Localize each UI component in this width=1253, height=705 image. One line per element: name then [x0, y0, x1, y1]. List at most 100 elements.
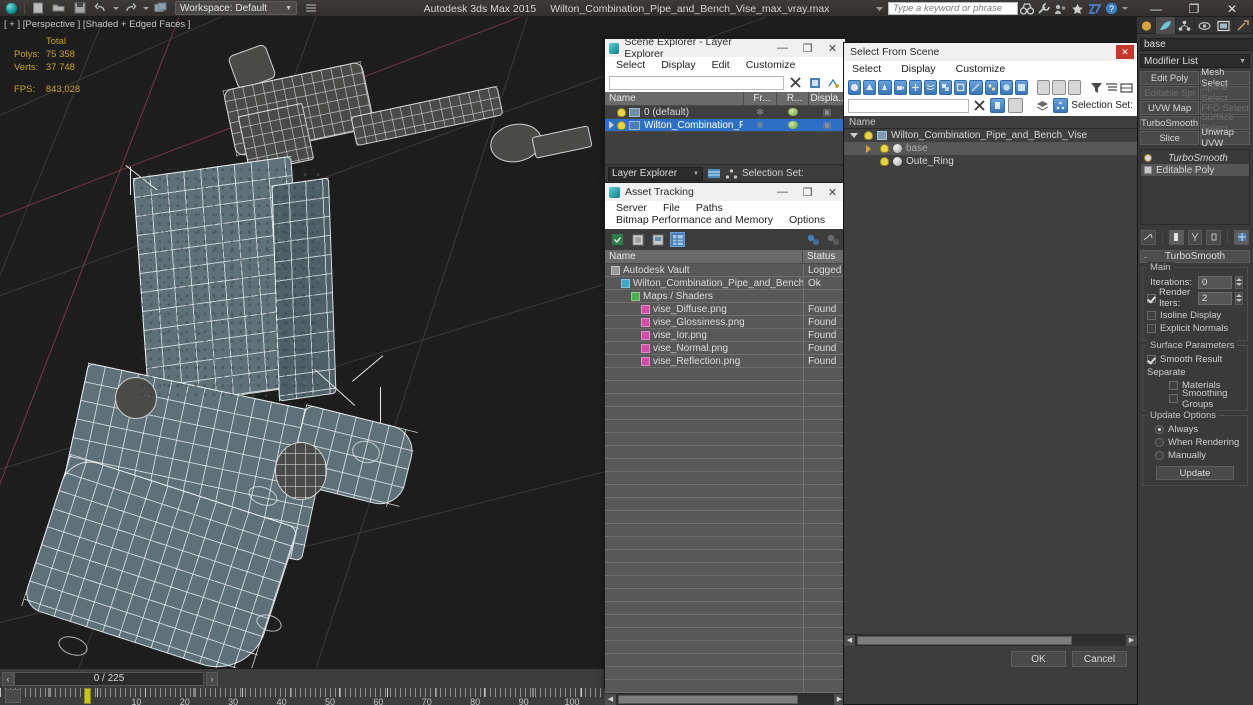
- sfs-hscroll-track[interactable]: [855, 634, 1126, 646]
- light-bulb-icon[interactable]: [880, 144, 889, 153]
- search-dropdown-icon[interactable]: [871, 1, 888, 16]
- display-dependents-icon[interactable]: [1067, 80, 1081, 95]
- scene-explorer-maximize[interactable]: ❐: [795, 39, 820, 57]
- filter-bones-objects-icon[interactable]: [999, 80, 1013, 95]
- render-iters-field[interactable]: 2: [1198, 291, 1232, 305]
- filter-cameras-icon[interactable]: [893, 80, 907, 95]
- select-from-scene-dialog[interactable]: Select From Scene ✕ Select Display Customi…: [843, 42, 1138, 705]
- scene-explorer-row[interactable]: 0 (default) ✻ ▣: [605, 106, 845, 119]
- utilities-tab[interactable]: [1234, 17, 1253, 34]
- layer-explorer-icon[interactable]: [706, 166, 721, 181]
- asset-empty-row[interactable]: [605, 381, 845, 394]
- vault-help-icon[interactable]: [825, 232, 840, 247]
- layers-icon[interactable]: [1035, 98, 1050, 113]
- create-tab[interactable]: [1137, 17, 1157, 34]
- asset-empty-row[interactable]: [605, 615, 845, 628]
- smooth-result-checkbox[interactable]: [1147, 355, 1156, 364]
- when-rendering-radio[interactable]: [1155, 438, 1164, 447]
- select-from-scene-tree[interactable]: Wilton_Combination_Pipe_and_Bench_Vise ba…: [844, 129, 1137, 634]
- modifier-button-turbosmooth[interactable]: TurboSmooth: [1140, 116, 1200, 130]
- community-icon[interactable]: [1052, 1, 1069, 16]
- stack-item-editable-poly[interactable]: Editable Poly: [1141, 164, 1249, 176]
- frame-counter[interactable]: 0 / 225: [14, 671, 204, 686]
- asset-empty-row[interactable]: [605, 602, 845, 615]
- materials-checkbox[interactable]: [1169, 381, 1178, 390]
- explicit-normals-checkbox[interactable]: [1147, 324, 1156, 333]
- column-name[interactable]: Name: [605, 91, 744, 106]
- asset-row[interactable]: Maps / Shaders: [605, 289, 845, 303]
- editable-poly-icon[interactable]: [1144, 166, 1152, 174]
- display-tab[interactable]: [1214, 17, 1234, 34]
- select-from-scene-hscrollbar[interactable]: ◀ ▶: [844, 634, 1137, 646]
- wrench-icon[interactable]: [1035, 1, 1052, 16]
- filter-all-icon[interactable]: [1014, 80, 1029, 95]
- asset-empty-row[interactable]: [605, 472, 845, 485]
- asset-tracking-menu-options[interactable]: Options: [781, 214, 833, 226]
- help-icon[interactable]: ?: [1103, 1, 1120, 16]
- asset-empty-row[interactable]: [605, 550, 845, 563]
- viewport-label[interactable]: [ + ] [Perspective ] [Shaded + Edged Fac…: [4, 19, 190, 30]
- table-view-icon[interactable]: [670, 232, 685, 247]
- new-file-icon[interactable]: [27, 0, 48, 16]
- remove-modifier-icon[interactable]: [1206, 229, 1222, 245]
- asset-empty-row[interactable]: [605, 680, 845, 693]
- asset-empty-row[interactable]: [605, 420, 845, 433]
- select-by-name-icon[interactable]: [990, 98, 1006, 113]
- asset-row[interactable]: vise_Reflection.png Found: [605, 354, 845, 368]
- asset-empty-row[interactable]: [605, 511, 845, 524]
- asset-row[interactable]: vise_Ior.png Found: [605, 328, 845, 342]
- display-children-icon[interactable]: [1037, 80, 1051, 95]
- collapse-arrow-icon[interactable]: [850, 133, 860, 138]
- asset-empty-row[interactable]: [605, 537, 845, 550]
- column-display[interactable]: Displa...: [809, 91, 847, 106]
- collapse-all-icon[interactable]: [1120, 80, 1133, 95]
- filter-space-warps-icon[interactable]: [923, 80, 938, 95]
- always-radio[interactable]: [1155, 425, 1164, 434]
- maximize-button[interactable]: ❐: [1175, 0, 1213, 17]
- scene-explorer-row[interactable]: Wilton_Combination_Pipe_and_Bench...✻ ▣: [605, 119, 845, 132]
- modifier-button-edit-poly[interactable]: Edit Poly: [1140, 71, 1200, 85]
- asset-tracking-window[interactable]: Asset Tracking — ❐ ✕ Server File Paths Bitm…: [604, 182, 846, 705]
- asset-empty-row[interactable]: [605, 446, 845, 459]
- filter-funnel-icon[interactable]: [1090, 80, 1103, 95]
- asset-empty-row[interactable]: [605, 654, 845, 667]
- help-dropdown-icon[interactable]: [1120, 1, 1129, 16]
- select-from-scene-close-button[interactable]: ✕: [1116, 45, 1134, 59]
- asset-tracking-menu-bitmap-performance-and-memory[interactable]: Bitmap Performance and Memory: [608, 214, 781, 226]
- asset-empty-row[interactable]: [605, 641, 845, 654]
- scene-tree-node[interactable]: Oute_Ring: [844, 155, 1137, 168]
- search-input[interactable]: Type a keyword or phrase: [888, 2, 1018, 15]
- asset-row[interactable]: vise_Glossiness.png Found: [605, 315, 845, 329]
- modify-tab[interactable]: [1156, 17, 1176, 34]
- filter-particles-icon[interactable]: [984, 80, 998, 95]
- asset-empty-row[interactable]: [605, 485, 845, 498]
- undo-icon[interactable]: [90, 0, 111, 16]
- make-unique-icon[interactable]: [1187, 229, 1203, 245]
- modifier-stack[interactable]: TurboSmooth Editable Poly: [1140, 149, 1250, 225]
- explicit-normals-row[interactable]: Explicit Normals: [1147, 322, 1243, 335]
- max-logo-icon[interactable]: [0, 0, 22, 16]
- renderable-toggle-icon[interactable]: [777, 121, 809, 129]
- modifier-button-editable-spl[interactable]: Editable Spl: [1140, 86, 1200, 100]
- asset-tracking-close[interactable]: ✕: [820, 183, 845, 201]
- filter-geometry-icon[interactable]: [848, 80, 862, 95]
- list-view-icon[interactable]: [630, 232, 645, 247]
- asset-empty-row[interactable]: [605, 667, 845, 680]
- modifier-button-uvw-map[interactable]: UVW Map: [1140, 101, 1200, 115]
- scene-tree-node[interactable]: Wilton_Combination_Pipe_and_Bench_Vise: [844, 129, 1137, 142]
- render-iters-spinner[interactable]: [1235, 291, 1243, 305]
- thumbnail-view-icon[interactable]: [650, 232, 665, 247]
- open-file-icon[interactable]: [48, 0, 69, 16]
- redo-icon[interactable]: [120, 0, 141, 16]
- column-frozen[interactable]: Fr...: [744, 91, 778, 106]
- asset-row[interactable]: Wilton_Combination_Pipe_and_Bench_Vise_m…: [605, 276, 845, 290]
- asset-empty-row[interactable]: [605, 394, 845, 407]
- select-from-scene-menu-select[interactable]: Select: [852, 63, 891, 75]
- modifier-list-dropdown[interactable]: Modifier List ▼: [1140, 54, 1250, 68]
- display-toggle-icon[interactable]: ▣: [809, 120, 845, 131]
- asset-empty-row[interactable]: [605, 628, 845, 641]
- refresh-assets-icon[interactable]: [610, 232, 625, 247]
- asset-empty-row[interactable]: [605, 368, 845, 381]
- explorer-mode-combo[interactable]: Layer Explorer ▼: [608, 166, 703, 181]
- hierarchy-tab[interactable]: [1176, 17, 1195, 34]
